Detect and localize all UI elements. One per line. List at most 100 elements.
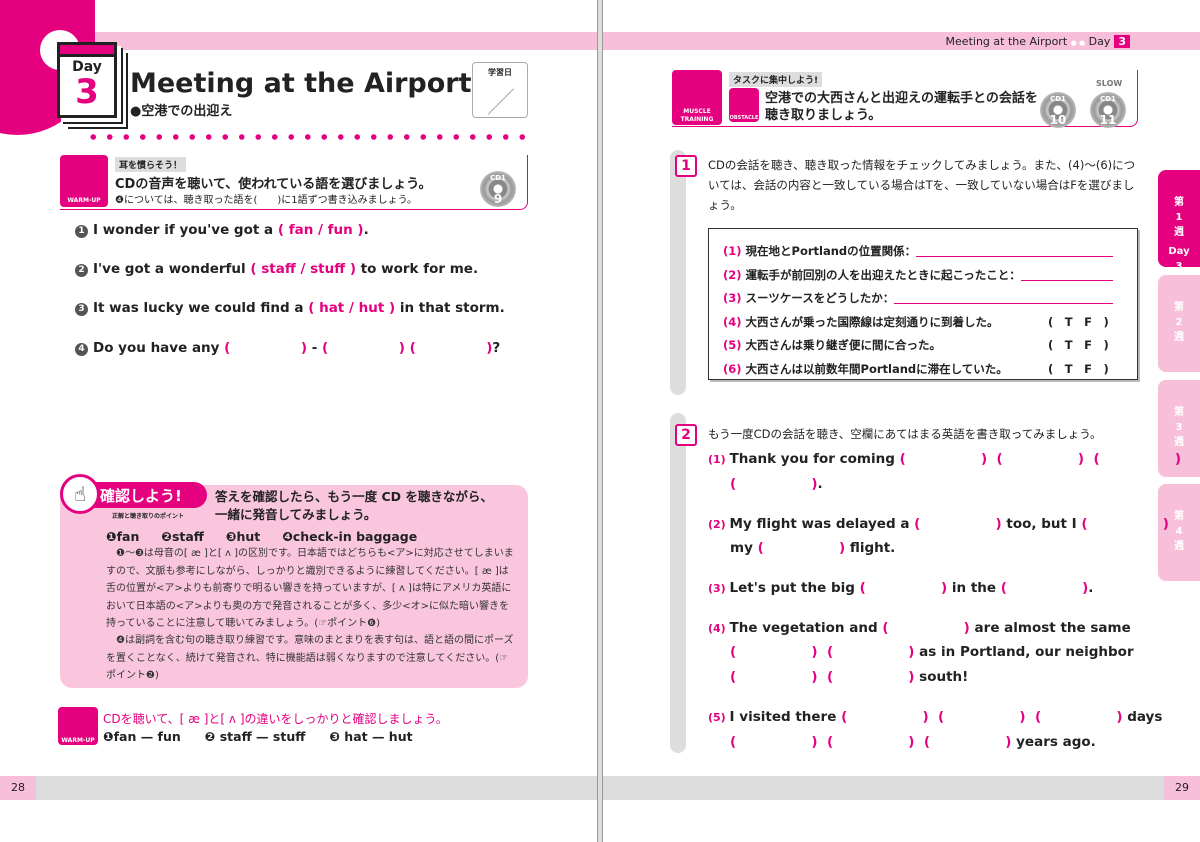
dictation-line: (1) Thank you for coming ( ) ( ) ( ) — [708, 451, 1181, 467]
sentence-text: as in Portland, our neighbor — [914, 644, 1134, 660]
answer-blank[interactable]: ( fan / fun ) — [278, 222, 364, 238]
pair: ❸ hat — hut — [329, 729, 413, 744]
study-date-box[interactable]: 学習日 — [472, 62, 528, 118]
day-number: 3 — [75, 72, 99, 112]
pair: ❶fan — fun — [103, 729, 181, 744]
answer-heading-2: 一緒に発音してみましょう。 — [215, 507, 377, 522]
header-dots: ● ● — [1070, 39, 1086, 47]
answer-blank[interactable]: ( ) — [1001, 580, 1089, 596]
sentence-text: The vegetation and — [729, 620, 883, 636]
item-number: (4) — [708, 622, 730, 635]
sentence-text: . — [817, 476, 823, 492]
sentence-text: - — [307, 340, 323, 356]
smiling-face-icon: WARM-UP — [58, 707, 98, 745]
item-text: 現在地とPortlandの位置関係： — [745, 244, 917, 258]
warmup-box: WARM-UP 耳を慣らそう！ CDの音声を聴いて、使われている語を選びましょう… — [60, 155, 528, 210]
page-subtitle: ●空港での出迎え — [130, 104, 233, 119]
warmup2-heading: CDを聴いて、[ æ ]と[ ʌ ]の違いをしっかりと確認しましょう。 — [103, 712, 448, 726]
muscle-training-box: MUSCLE TRAINING タスクに集中しよう! OBSTACLE 空港での… — [672, 70, 1138, 128]
section-bar — [670, 150, 686, 395]
dictation-line: ( ) ( ) south! — [730, 669, 968, 685]
chapter-tab[interactable]: 第 1 週 Day 3 — [1158, 170, 1200, 272]
item-text: 大西さんは乗り継ぎ便に間に合った。 — [745, 338, 942, 352]
dictation-line: (4) The vegetation and ( ) are almost th… — [708, 620, 1131, 636]
sentence-text: in the — [947, 580, 1001, 596]
warmup-note: ❹については、聴き取った語を( )に1語ずつ書き込みましょう。 — [115, 195, 418, 206]
dictation-line: ( ) ( ) as in Portland, our neighbor — [730, 644, 1134, 660]
answer-blank[interactable]: ( ) — [860, 580, 948, 596]
dictation-line: (3) Let's put the big ( ) in the ( ). — [708, 580, 1093, 596]
item-number: (1) — [708, 453, 730, 466]
header-day: Day — [1088, 35, 1111, 48]
true-false-choice[interactable]: ( T F ) — [1048, 314, 1109, 330]
answer-blank[interactable]: ( ) — [914, 516, 1002, 532]
answer-blank[interactable]: ( ) — [224, 340, 307, 356]
answer: ❷staff — [161, 529, 204, 544]
item-text: 運転手が前回別の人を出迎えたときに起こったこと： — [745, 267, 1021, 282]
header-day-number: 3 — [1114, 35, 1130, 48]
true-false-choice[interactable]: ( T F ) — [1048, 361, 1109, 377]
item-number: (2) — [723, 267, 746, 282]
check-item: (6) 大西さんは以前数年間Portlandに滞在していた。 ( T F ) — [723, 361, 1109, 377]
sentence-text: . — [363, 222, 369, 238]
answer-blank[interactable]: ( ) ( ) — [730, 669, 914, 685]
header-band — [95, 32, 597, 50]
dictation-line: ( ) ( ) ( ) years ago. — [730, 734, 1096, 750]
study-date-label: 学習日 — [488, 68, 512, 77]
answer-line[interactable] — [916, 256, 1114, 257]
answer-blank[interactable]: ( ) — [758, 540, 846, 556]
sentence-text: . — [1088, 580, 1094, 596]
sentence-text: I've got a wonderful — [93, 261, 251, 277]
pointing-hand-icon: ☝ — [60, 474, 100, 514]
day-calendar-icon: Day 3 — [57, 42, 117, 118]
item-text: スーツケースをどうしたか： — [745, 291, 895, 305]
answer-blank[interactable]: ( ) — [1081, 516, 1169, 532]
answer-blank[interactable]: ( ) ( ) — [730, 644, 914, 660]
answer-blank[interactable]: ( ) ( ) ( ) — [841, 709, 1122, 725]
item-number: (2) — [708, 518, 730, 531]
sentence-text: Do you have any — [93, 340, 225, 356]
cd-track-icon[interactable]: CD1 10 — [1040, 92, 1076, 128]
tab-label: 第 2 週 — [1174, 302, 1184, 343]
listening-ear-icon: WARM-UP — [60, 155, 108, 207]
item-number: (5) — [723, 338, 746, 352]
answer-blank[interactable]: ( ) ( ) ( ) — [730, 734, 1011, 750]
question-item: 4 Do you have any ( ) - ( ) ( )? — [75, 340, 500, 356]
slow-label: SLOW — [1096, 79, 1123, 88]
sentence-text: too, but I — [1001, 516, 1082, 532]
sentence-text: south! — [914, 669, 969, 685]
tab-label: 第 3 週 — [1174, 407, 1184, 448]
check-item: (4) 大西さんが乗った国際線は定刻通りに到着した。 ( T F ) — [723, 314, 1109, 330]
muscle-heading: 空港での大西さんと出迎えの運転手との会話を — [765, 91, 1038, 106]
sentence-text: my — [730, 540, 758, 556]
check-item: (1) 現在地とPortlandの位置関係： — [723, 243, 1114, 259]
sentence-text: years ago. — [1011, 734, 1096, 750]
cd-track-icon[interactable]: CD1 9 — [480, 171, 516, 207]
true-false-choice[interactable]: ( T F ) — [1048, 337, 1109, 353]
answer-blank[interactable]: ( ) ( ) — [322, 340, 492, 356]
tab-sub: Day 3 — [1168, 246, 1190, 272]
item-number: (3) — [708, 582, 730, 595]
pair: ❷ staff — stuff — [204, 729, 306, 744]
section-1-instruction: CDの会話を聴き、聴き取った情報をチェックしてみましょう。また、(4)〜(6)に… — [708, 158, 1136, 212]
cd-track-slow-icon[interactable]: CD1 11 — [1090, 92, 1126, 128]
answer-blank[interactable]: ( ) — [882, 620, 970, 636]
answer-blank[interactable]: ( hat / hut ) — [308, 300, 395, 316]
answer-line[interactable] — [894, 303, 1114, 304]
warmup-tag: 耳を慣らそう！ — [115, 157, 187, 172]
answer-blank[interactable]: ( staff / stuff ) — [250, 261, 356, 277]
chapter-tab[interactable]: 第 2 週 — [1158, 275, 1200, 372]
footer-band — [0, 776, 597, 800]
section-2-instruction: もう一度CDの会話を聴き、空欄にあてはまる英語を書き取ってみましょう。 — [708, 427, 1102, 441]
section-bar — [670, 413, 686, 753]
answer-line[interactable] — [1020, 279, 1113, 281]
section-1-number: 1 — [675, 155, 697, 177]
answer-blank[interactable]: ( ) — [730, 476, 818, 492]
answer-blank[interactable]: ( ) ( ) ( ) — [900, 451, 1181, 467]
sentence-text: flight. — [845, 540, 896, 556]
check-item: (5) 大西さんは乗り継ぎ便に間に合った。 ( T F ) — [723, 337, 1109, 353]
chapter-tab[interactable]: 第 4 週 — [1158, 484, 1200, 581]
muscle-heading-2: 聴き取りましょう。 — [765, 108, 882, 123]
dictation-line: my ( ) flight. — [730, 540, 895, 556]
item-number: (5) — [708, 711, 730, 724]
